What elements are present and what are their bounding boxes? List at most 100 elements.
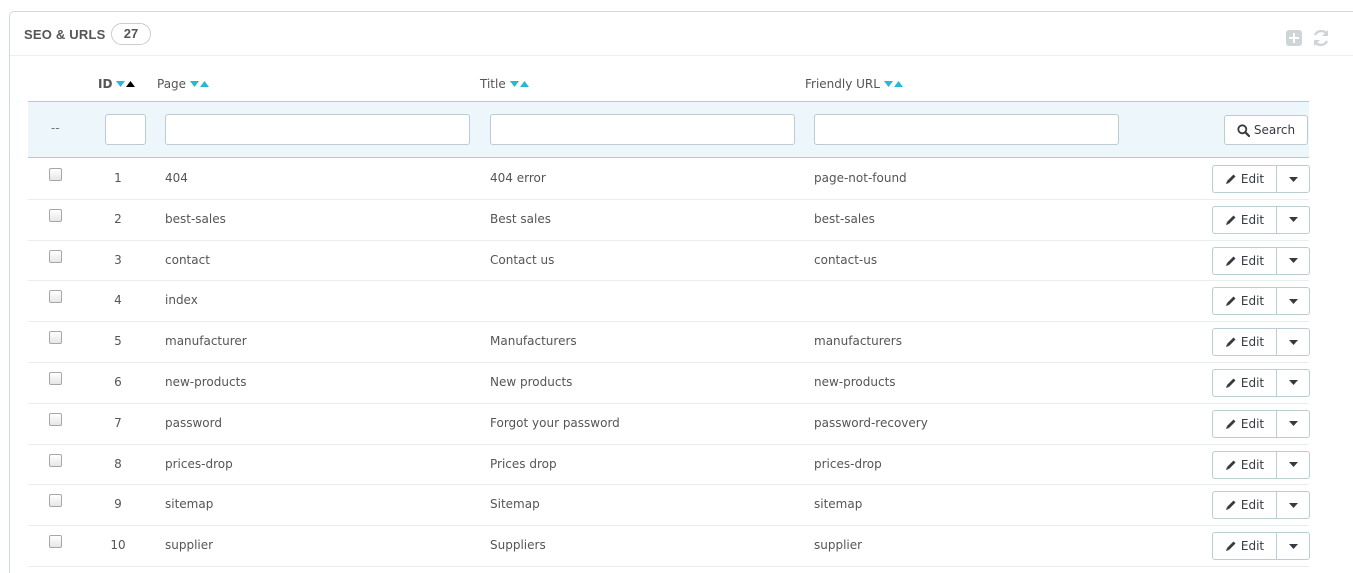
cell-title: Manufacturers	[490, 334, 577, 349]
row-actions-dropdown-toggle[interactable]	[1277, 288, 1309, 314]
table-row: 6 new-products New products new-products…	[28, 363, 1310, 404]
table-row: 4 index Edit	[28, 281, 1310, 323]
filter-row: -- Search	[28, 101, 1309, 158]
cell-id: 7	[114, 415, 122, 430]
add-new-button[interactable]	[1284, 28, 1304, 48]
row-actions-dropdown-toggle[interactable]	[1277, 533, 1309, 559]
sort-controls-page	[190, 81, 210, 87]
caret-down-icon	[1288, 380, 1298, 386]
filter-page-input[interactable]	[165, 114, 470, 145]
caret-down-icon	[1288, 339, 1298, 345]
row-actions-dropdown-toggle[interactable]	[1277, 166, 1309, 192]
cell-id: 10	[110, 538, 126, 553]
edit-button[interactable]: Edit	[1213, 492, 1277, 519]
cell-friendly-url: new-products	[814, 374, 896, 389]
row-actions: Edit	[1212, 491, 1310, 520]
cell-page: best-sales	[165, 211, 226, 226]
caret-down-icon	[1288, 543, 1298, 549]
cell-page: index	[165, 293, 198, 308]
pencil-icon	[1225, 337, 1236, 348]
refresh-list-button[interactable]	[1311, 28, 1331, 48]
row-actions-dropdown-toggle[interactable]	[1277, 370, 1309, 396]
row-actions: Edit	[1212, 450, 1310, 479]
column-header-page: Page	[157, 70, 210, 98]
caret-down-icon	[1288, 462, 1298, 468]
edit-button[interactable]: Edit	[1213, 288, 1277, 315]
cell-friendly-url: manufacturers	[814, 334, 902, 349]
cell-title: New products	[490, 374, 573, 389]
sort-controls-friendly-url	[883, 81, 903, 87]
row-select-checkbox[interactable]	[49, 331, 62, 345]
row-select-checkbox[interactable]	[49, 208, 62, 222]
column-label-page: Page	[157, 77, 187, 91]
row-select-checkbox[interactable]	[49, 412, 62, 426]
filter-id-input[interactable]	[105, 114, 146, 145]
edit-button-label: Edit	[1240, 457, 1265, 472]
filter-friendly-url-input[interactable]	[814, 114, 1119, 145]
pencil-icon	[1225, 419, 1236, 429]
row-select-checkbox[interactable]	[49, 371, 62, 385]
row-actions-dropdown-toggle[interactable]	[1277, 411, 1309, 437]
sort-asc-icon[interactable]	[893, 81, 903, 87]
sort-desc-icon[interactable]	[116, 81, 126, 87]
edit-button-label: Edit	[1240, 416, 1265, 431]
row-select-checkbox[interactable]	[49, 168, 62, 181]
edit-button[interactable]: Edit	[1213, 247, 1277, 274]
row-actions-dropdown-toggle[interactable]	[1277, 329, 1309, 355]
caret-down-icon	[1288, 258, 1298, 264]
cell-title: Forgot your password	[490, 415, 620, 430]
edit-button-label: Edit	[1240, 172, 1265, 186]
edit-button[interactable]: Edit	[1213, 410, 1277, 437]
column-label-friendly-url: Friendly URL	[805, 77, 880, 91]
row-select-checkbox[interactable]	[49, 290, 62, 304]
row-actions-dropdown-toggle[interactable]	[1277, 207, 1309, 233]
edit-button[interactable]: Edit	[1213, 329, 1277, 356]
row-actions: Edit	[1212, 165, 1310, 193]
caret-down-icon	[1288, 217, 1298, 223]
row-actions: Edit	[1212, 532, 1310, 561]
cell-id: 4	[114, 293, 122, 308]
pencil-icon	[1225, 174, 1236, 184]
row-actions-dropdown-toggle[interactable]	[1277, 452, 1309, 478]
edit-button[interactable]: Edit	[1213, 533, 1277, 560]
row-select-checkbox[interactable]	[49, 535, 62, 549]
row-select-checkbox[interactable]	[49, 494, 62, 508]
record-count-badge: 27	[111, 23, 151, 45]
sort-asc-icon[interactable]	[519, 81, 529, 87]
row-select-checkbox[interactable]	[49, 249, 62, 263]
sort-desc-icon[interactable]	[883, 81, 893, 87]
pencil-icon	[1225, 460, 1236, 470]
row-actions-dropdown-toggle[interactable]	[1277, 248, 1309, 274]
table-row: 9 sitemap Sitemap sitemap Edit	[28, 485, 1310, 527]
caret-down-icon	[1288, 421, 1298, 427]
edit-button[interactable]: Edit	[1213, 369, 1277, 396]
filter-title-input[interactable]	[490, 114, 795, 145]
table-row: 2 best-sales Best sales best-sales Edit	[28, 200, 1310, 241]
cell-id: 3	[114, 252, 122, 267]
cell-page: contact	[165, 252, 210, 267]
sort-controls-id	[116, 81, 136, 87]
sort-desc-icon[interactable]	[190, 81, 200, 87]
cell-page: prices-drop	[165, 456, 233, 471]
cell-page: sitemap	[165, 497, 214, 512]
edit-button-label: Edit	[1240, 539, 1265, 554]
sort-asc-icon[interactable]	[200, 81, 210, 87]
edit-button[interactable]: Edit	[1213, 451, 1277, 478]
edit-button[interactable]: Edit	[1213, 206, 1277, 233]
search-button[interactable]: Search	[1224, 115, 1308, 145]
edit-button[interactable]: Edit	[1213, 166, 1277, 192]
sort-asc-icon[interactable]	[126, 81, 136, 87]
filter-bulk-placeholder: --	[51, 121, 60, 135]
row-actions: Edit	[1212, 368, 1310, 397]
caret-down-icon	[1288, 502, 1298, 508]
cell-friendly-url: supplier	[814, 538, 863, 553]
panel-heading: SEO & URLS 27	[10, 12, 1353, 56]
row-actions-dropdown-toggle[interactable]	[1277, 492, 1309, 518]
row-select-checkbox[interactable]	[49, 453, 62, 467]
cell-friendly-url: prices-drop	[814, 456, 882, 471]
sort-desc-icon[interactable]	[509, 81, 519, 87]
cell-title: Best sales	[490, 211, 551, 226]
cell-friendly-url: contact-us	[814, 252, 878, 267]
caret-down-icon	[1288, 298, 1298, 304]
search-button-label: Search	[1253, 123, 1296, 137]
